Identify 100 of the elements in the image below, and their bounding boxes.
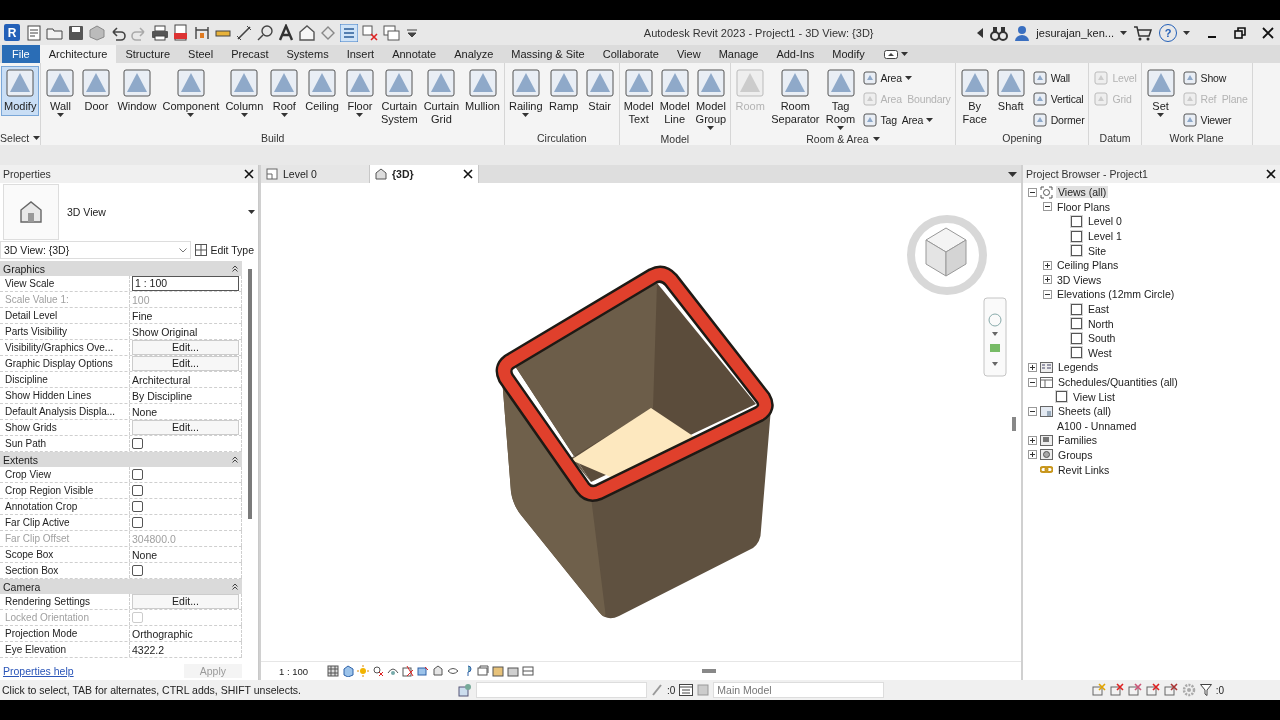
view-control-icon[interactable] [522,665,535,677]
ribbon-tab[interactable]: Add-Ins [767,45,824,63]
tree-item[interactable]: Families [1056,434,1100,447]
app-logo[interactable]: R [4,24,20,41]
edit-button[interactable]: Edit... [132,420,239,435]
ribbon-tab[interactable]: Manage [709,45,768,63]
3d-view-tab[interactable]: {3D} [370,165,479,183]
measure-icon[interactable] [235,23,253,42]
tree-item[interactable]: Elevations (12mm Circle) [1055,288,1177,301]
model-dropdown[interactable]: Main Model [713,682,885,698]
view-control-icon[interactable] [342,665,355,677]
tool-button[interactable]: Roof [266,66,303,120]
binoculars-icon[interactable] [990,24,1009,41]
expand-icon[interactable] [1043,275,1052,285]
tool-button[interactable]: Model Text [620,66,657,129]
letter-a-icon[interactable] [277,23,295,42]
selection-filter-icon[interactable] [1127,683,1142,697]
ribbon-tab[interactable]: View [668,45,710,63]
close-icon[interactable] [244,169,254,179]
panel-title[interactable]: Room & Area [731,133,955,145]
checkbox[interactable] [132,485,143,496]
view-control-icon[interactable] [492,665,505,677]
ribbon-tab[interactable]: Steel [179,45,223,63]
tool-button[interactable]: Ramp [545,66,582,116]
type-selector[interactable]: 3D View [0,183,258,241]
switch-windows-icon[interactable] [382,23,400,42]
view-control-icon[interactable] [327,665,340,677]
tool-button[interactable]: Window [114,66,160,116]
properties-help-link[interactable]: Properties help [3,665,74,677]
collapse-icon[interactable] [1028,406,1037,416]
tree-item[interactable]: South [1086,332,1118,345]
tool-button[interactable]: Set [1142,66,1179,120]
tool-button[interactable]: Dormer [1029,110,1087,129]
tool-button[interactable]: Wall [42,66,79,120]
tree-item[interactable]: Groups [1056,449,1095,461]
checkbox[interactable] [132,565,143,576]
collapse-icon[interactable] [1028,377,1037,387]
edit-button[interactable]: Edit... [132,356,239,371]
pdf-export-icon[interactable] [172,23,190,42]
edit-button[interactable]: Edit... [132,594,239,609]
group-header[interactable]: Camera [0,579,242,594]
tree-item[interactable]: Views (all) [1056,186,1109,199]
scrollbar-thumb[interactable] [702,669,717,673]
view-control-icon[interactable] [447,665,460,677]
ribbon-tab[interactable]: Annotate [383,45,446,63]
panel-title[interactable]: Select [0,130,41,145]
tool-button[interactable]: Curtain Grid [420,66,463,129]
ribbon-tab[interactable]: Analyze [445,45,503,63]
expand-icon[interactable] [1028,435,1037,445]
tool-button[interactable]: Railing [505,66,546,120]
house-icon[interactable] [298,23,316,42]
selection-filter-icon[interactable] [1145,683,1160,697]
tree-item[interactable]: North [1086,317,1116,330]
view-control-icon[interactable] [372,665,385,677]
checkbox[interactable] [132,469,143,480]
tool-button[interactable]: Ceiling [302,66,342,116]
tree-item[interactable]: Sheets (all) [1056,405,1114,418]
edit-button[interactable]: Edit... [132,340,239,355]
collapse-icon[interactable] [1043,202,1052,212]
document-icon[interactable] [25,23,43,42]
tool-button[interactable]: Column [222,66,267,120]
view-control-icon[interactable] [477,665,490,677]
view-control-icon[interactable] [402,665,415,677]
edit-type-button[interactable]: Edit Type [195,244,258,256]
tool-button[interactable]: Room Separator [768,66,823,129]
user-icon[interactable] [1014,24,1031,41]
ribbon-tab[interactable]: Precast [222,45,278,63]
cart-icon[interactable] [1133,24,1153,41]
tool-button[interactable]: Viewer [1179,110,1250,129]
tree-item[interactable]: Legends [1056,361,1101,374]
tree-item[interactable]: West [1086,346,1114,359]
save-icon[interactable] [67,23,85,42]
collapse-icon[interactable] [1028,187,1037,197]
tool-button[interactable]: Stair [581,66,618,116]
tree-item[interactable]: Level 0 [1086,215,1124,228]
close-icon[interactable] [1266,169,1276,179]
ribbon-tab[interactable]: File [2,45,40,63]
tool-button[interactable]: Modify [1,66,40,116]
tool-button[interactable]: Tag Room [822,66,859,133]
ribbon-tab[interactable]: Systems [277,45,338,63]
scrollbar-thumb[interactable] [1012,417,1016,431]
thin-lines-icon[interactable] [340,23,358,42]
view-control-icon[interactable] [417,665,430,677]
ribbon-tab[interactable]: Insert [337,45,384,63]
filter-icon[interactable] [1199,684,1212,696]
tool-button[interactable]: Wall [1029,68,1087,87]
view-control-icon[interactable] [432,665,445,677]
tree-item[interactable]: Schedules/Quantities (all) [1056,376,1180,388]
tool-button[interactable]: Model Group [692,66,730,133]
ribbon-tab[interactable]: Modify [823,45,874,63]
tree-item[interactable]: 3D Views [1055,273,1104,286]
tool-button[interactable]: Curtain System [377,66,421,129]
tree-item[interactable]: Floor Plans [1055,200,1113,213]
tool-button[interactable]: Tag Area [859,110,953,129]
design-options-icon[interactable] [679,684,694,696]
tool-button[interactable]: Show [1179,68,1250,87]
checkbox[interactable] [132,517,143,528]
tool-button[interactable]: By Face [956,66,993,129]
close-icon[interactable] [1262,26,1274,39]
close-icon[interactable] [463,169,473,179]
